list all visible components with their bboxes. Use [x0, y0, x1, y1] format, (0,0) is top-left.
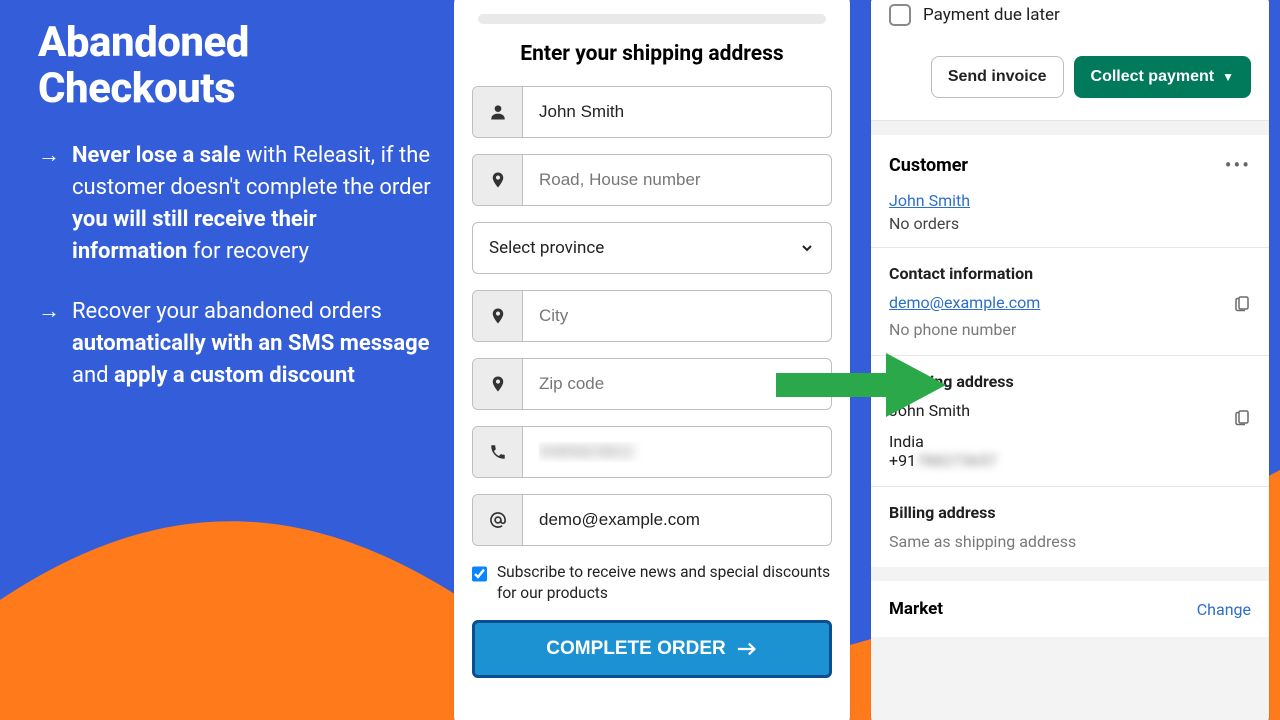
- contact-block: Contact information demo@example.com No …: [871, 248, 1269, 355]
- contact-email[interactable]: demo@example.com: [889, 293, 1040, 312]
- no-phone: No phone number: [889, 320, 1251, 339]
- clipboard-icon[interactable]: [1233, 294, 1251, 312]
- payment-due-row[interactable]: Payment due later: [871, 0, 1269, 46]
- city-field[interactable]: [472, 290, 832, 342]
- subscribe-label: Subscribe to receive news and special di…: [497, 562, 832, 604]
- billing-same: Same as shipping address: [889, 532, 1251, 551]
- pin-icon: [473, 291, 523, 341]
- phone-field[interactable]: [472, 426, 832, 478]
- promo-b2-strong1: automatically with an SMS message: [72, 331, 430, 356]
- complete-order-label: COMPLETE ORDER: [546, 638, 725, 660]
- promo-bullet-2: Recover your abandoned orders automatica…: [38, 296, 433, 392]
- subscribe-checkbox[interactable]: [472, 564, 487, 584]
- send-invoice-label: Send invoice: [948, 68, 1047, 86]
- shipping-heading: Shipping address: [889, 372, 1251, 391]
- name-input[interactable]: [523, 87, 831, 137]
- send-invoice-button[interactable]: Send invoice: [931, 56, 1064, 98]
- more-icon[interactable]: •••: [1225, 153, 1251, 177]
- payment-due-checkbox[interactable]: [889, 4, 911, 26]
- phone-input[interactable]: [523, 427, 831, 477]
- market-heading: Market: [889, 599, 943, 619]
- market-change-link[interactable]: Change: [1197, 600, 1251, 619]
- email-input[interactable]: [523, 495, 831, 545]
- province-label: Select province: [489, 238, 604, 258]
- province-select[interactable]: Select province: [472, 222, 832, 274]
- progress-bar: [478, 14, 826, 24]
- market-block: Market Change: [871, 581, 1269, 637]
- chevron-down-icon: [799, 240, 815, 256]
- zip-field[interactable]: [472, 358, 832, 410]
- person-icon: [473, 87, 523, 137]
- phone-icon: [473, 427, 523, 477]
- contact-heading: Contact information: [889, 264, 1251, 283]
- promo-b2-mid: and: [72, 363, 114, 388]
- zip-input[interactable]: [523, 359, 831, 409]
- shipping-phone-blur: 788273657: [916, 451, 997, 470]
- customer-orders: No orders: [889, 214, 1251, 233]
- payment-due-label: Payment due later: [923, 5, 1060, 25]
- promo-b2-strong2: apply a custom discount: [114, 363, 355, 388]
- collect-payment-label: Collect payment: [1091, 68, 1215, 86]
- pin-icon: [473, 359, 523, 409]
- subscribe-row: Subscribe to receive news and special di…: [472, 562, 832, 604]
- city-input[interactable]: [523, 291, 831, 341]
- road-input[interactable]: [523, 155, 831, 205]
- customer-link[interactable]: John Smith: [889, 191, 970, 210]
- promo-b2-pre: Recover your abandoned orders: [72, 299, 382, 324]
- name-field[interactable]: [472, 86, 832, 138]
- customer-heading: Customer: [889, 155, 968, 176]
- promo-panel: Abandoned Checkouts Never lose a sale wi…: [38, 20, 433, 420]
- shipping-phone: +91788273657: [889, 451, 1251, 470]
- email-field[interactable]: [472, 494, 832, 546]
- shipping-phone-prefix: +91: [889, 451, 916, 470]
- shipping-block: Shipping address John Smith India +91788…: [871, 356, 1269, 486]
- collect-payment-button[interactable]: Collect payment ▼: [1074, 56, 1251, 98]
- shipping-country: India: [889, 432, 1251, 451]
- shipping-form-card: Enter your shipping address Select provi…: [454, 0, 850, 720]
- admin-panel: Payment due later Send invoice Collect p…: [871, 0, 1269, 720]
- complete-order-button[interactable]: COMPLETE ORDER: [472, 620, 832, 678]
- promo-b1-post: for recovery: [187, 239, 309, 264]
- billing-block: Billing address Same as shipping address: [871, 487, 1269, 567]
- arrow-right-icon: [736, 641, 758, 657]
- at-icon: [473, 495, 523, 545]
- promo-bullet-1: Never lose a sale with Releasit, if the …: [38, 140, 433, 268]
- customer-block: Customer ••• John Smith No orders: [871, 135, 1269, 247]
- road-field[interactable]: [472, 154, 832, 206]
- pin-icon: [473, 155, 523, 205]
- promo-title: Abandoned Checkouts: [38, 20, 433, 112]
- clipboard-icon[interactable]: [1233, 408, 1251, 426]
- shipping-name: John Smith: [889, 401, 970, 420]
- billing-heading: Billing address: [889, 503, 1251, 522]
- caret-down-icon: ▼: [1222, 70, 1234, 84]
- form-title: Enter your shipping address: [472, 42, 832, 66]
- promo-b1-strong1: Never lose a sale: [72, 143, 241, 168]
